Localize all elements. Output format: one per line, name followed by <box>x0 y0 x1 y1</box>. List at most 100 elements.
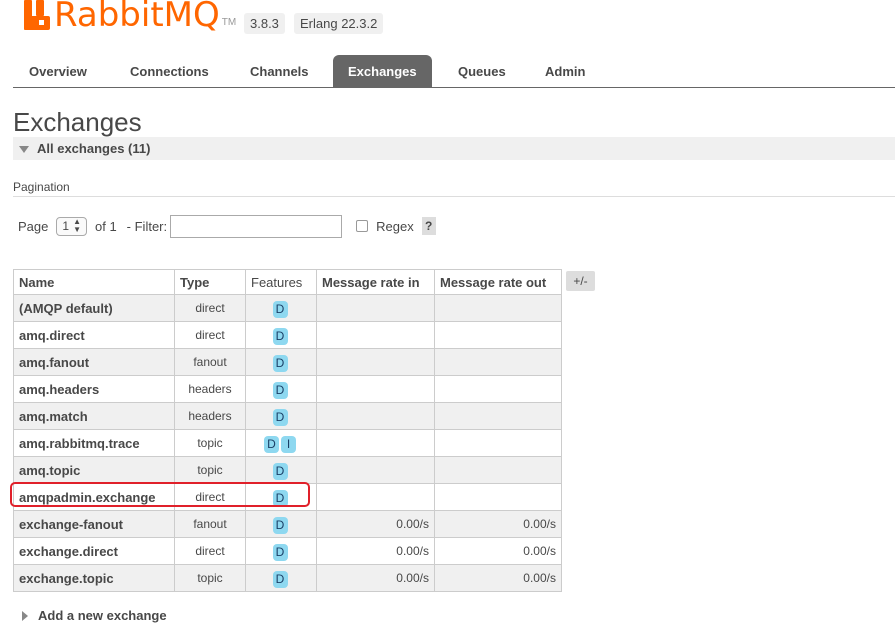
tab-admin[interactable]: Admin <box>530 55 600 88</box>
message-rate-out <box>434 456 562 484</box>
tab-exchanges[interactable]: Exchanges <box>333 55 432 88</box>
exchange-name-link[interactable]: amq.fanout <box>13 348 175 376</box>
page-label: Page <box>18 218 49 234</box>
durable-badge: D <box>264 436 279 453</box>
exchange-type: direct <box>174 321 246 349</box>
exchange-name-link[interactable]: amq.headers <box>13 375 175 403</box>
tab-queues[interactable]: Queues <box>443 55 521 88</box>
exchange-name-link[interactable]: amq.direct <box>13 321 175 349</box>
regex-checkbox[interactable] <box>356 220 369 232</box>
table-row: amq.headers headers D <box>13 375 562 403</box>
add-new-exchange-label: Add a new exchange <box>38 608 167 623</box>
message-rate-in <box>316 321 435 349</box>
exchange-type: direct <box>174 483 246 511</box>
message-rate-out: 0.00/s <box>434 537 562 565</box>
durable-badge: D <box>272 463 288 480</box>
page-select-value: 1 <box>62 219 70 233</box>
rabbitmq-logo[interactable]: RabbitMQ TM <box>24 0 236 35</box>
exchange-type: fanout <box>174 348 246 376</box>
message-rate-in: 0.00/s <box>316 510 435 538</box>
section-title: All exchanges (11) <box>37 141 151 156</box>
exchange-features: D <box>245 510 317 538</box>
table-row: (AMQP default) direct D <box>13 294 562 322</box>
table-header-row: Name Type Features Message rate in Messa… <box>13 269 562 295</box>
rabbitmq-logo-icon <box>24 0 50 30</box>
message-rate-out: 0.00/s <box>434 510 562 538</box>
exchange-features: D <box>245 321 317 349</box>
column-header-rate-out[interactable]: Message rate out <box>434 269 562 295</box>
exchange-features: D <box>245 456 317 484</box>
exchange-name-link[interactable]: amq.rabbitmq.trace <box>13 429 175 457</box>
column-header-features[interactable]: Features <box>245 269 317 295</box>
exchange-name-link[interactable]: exchange-fanout <box>13 510 175 538</box>
table-row: exchange.direct direct D 0.00/s 0.00/s <box>13 537 562 565</box>
exchange-name-link[interactable]: exchange.direct <box>13 537 175 565</box>
exchange-type: direct <box>174 537 246 565</box>
logo-text: RabbitMQ <box>54 0 220 35</box>
durable-badge: D <box>272 328 288 345</box>
message-rate-in <box>316 375 435 403</box>
exchange-type: topic <box>174 456 246 484</box>
durable-badge: D <box>272 571 288 588</box>
message-rate-in <box>316 402 435 430</box>
message-rate-out <box>434 483 562 511</box>
table-row: exchange-fanout fanout D 0.00/s 0.00/s <box>13 510 562 538</box>
exchange-name-link[interactable]: exchange.topic <box>13 564 175 592</box>
message-rate-in <box>316 483 435 511</box>
all-exchanges-section-toggle[interactable]: All exchanges (11) <box>13 137 895 160</box>
internal-badge: I <box>281 436 296 453</box>
exchange-type: headers <box>174 375 246 403</box>
message-rate-in: 0.00/s <box>316 537 435 565</box>
message-rate-out <box>434 321 562 349</box>
page-select[interactable]: 1 ▲ ▼ <box>56 216 87 236</box>
filter-input[interactable] <box>170 214 343 238</box>
column-header-name[interactable]: Name <box>13 269 175 295</box>
message-rate-out <box>434 348 562 376</box>
message-rate-in <box>316 348 435 376</box>
durable-badge: D <box>272 490 288 507</box>
exchange-type: topic <box>174 429 246 457</box>
tab-connections[interactable]: Connections <box>115 55 224 88</box>
pagination-controls: Page 1 ▲ ▼ of 1 - Filter: Regex ? <box>18 214 436 238</box>
page-count: of 1 <box>94 218 117 234</box>
exchange-name-link[interactable]: amq.topic <box>13 456 175 484</box>
exchange-name-link[interactable]: (AMQP default) <box>13 294 175 322</box>
exchange-features: D <box>245 564 317 592</box>
message-rate-out: 0.00/s <box>434 564 562 592</box>
collapse-triangle-icon <box>19 145 29 153</box>
header: RabbitMQ TM 3.8.3 Erlang 22.3.2 <box>0 0 895 44</box>
erlang-version-badge: Erlang 22.3.2 <box>294 13 384 34</box>
table-row: amq.rabbitmq.trace topic D I <box>13 429 562 457</box>
column-toggle-button[interactable]: +/- <box>566 271 595 291</box>
message-rate-out <box>434 429 562 457</box>
exchange-name-link[interactable]: amqpadmin.exchange <box>13 483 175 511</box>
add-new-exchange-toggle[interactable]: Add a new exchange <box>22 608 167 623</box>
divider <box>13 196 895 197</box>
exchange-features: D <box>245 375 317 403</box>
exchange-features: D <box>245 537 317 565</box>
exchanges-table: Name Type Features Message rate in Messa… <box>13 269 562 592</box>
column-header-type[interactable]: Type <box>174 269 246 295</box>
page-title: Exchanges <box>13 107 142 137</box>
version-badge: 3.8.3 <box>244 13 285 34</box>
exchange-name-link[interactable]: amq.match <box>13 402 175 430</box>
durable-badge: D <box>272 382 288 399</box>
durable-badge: D <box>272 409 288 426</box>
message-rate-out <box>434 375 562 403</box>
exchange-features: D <box>245 402 317 430</box>
column-header-rate-in[interactable]: Message rate in <box>316 269 435 295</box>
durable-badge: D <box>272 355 288 372</box>
regex-help-button[interactable]: ? <box>421 217 436 235</box>
tab-overview[interactable]: Overview <box>14 55 102 88</box>
exchange-type: fanout <box>174 510 246 538</box>
exchange-features: D <box>245 294 317 322</box>
exchange-features: D <box>245 348 317 376</box>
expand-triangle-icon <box>22 610 28 621</box>
table-row: amq.topic topic D <box>13 456 562 484</box>
message-rate-in: 0.00/s <box>316 564 435 592</box>
table-row: amq.fanout fanout D <box>13 348 562 376</box>
tab-channels[interactable]: Channels <box>235 55 324 88</box>
exchange-type: topic <box>174 564 246 592</box>
table-row: exchange.topic topic D 0.00/s 0.00/s <box>13 564 562 592</box>
exchange-features: D <box>245 483 317 511</box>
